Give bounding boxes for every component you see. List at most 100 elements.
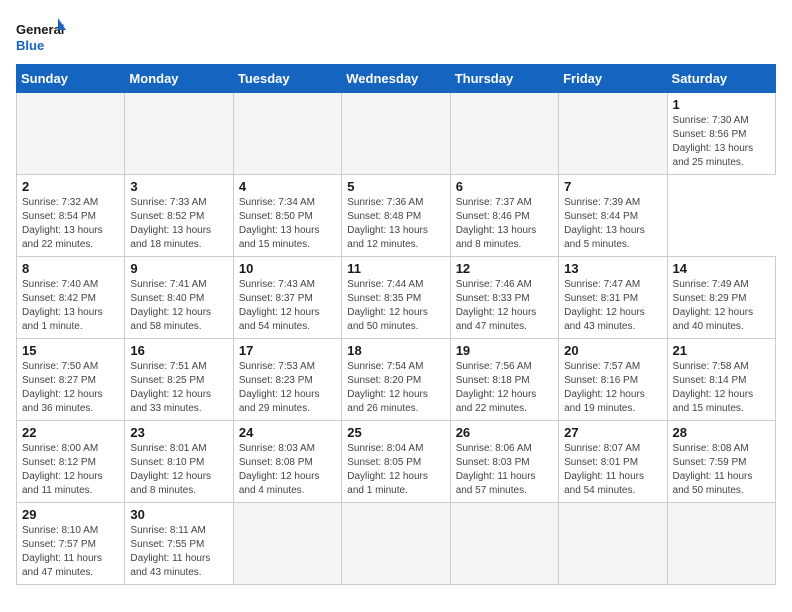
day-info: Sunrise: 7:44 AMSunset: 8:35 PMDaylight:…: [347, 278, 444, 334]
calendar-cell: 7 Sunrise: 7:39 AMSunset: 8:44 PMDaylight…: [559, 175, 667, 257]
day-number: 9: [130, 261, 227, 276]
calendar-cell: 5 Sunrise: 7:36 AMSunset: 8:48 PMDaylight…: [342, 175, 450, 257]
day-info: Sunrise: 8:04 AMSunset: 8:05 PMDaylight:…: [347, 442, 444, 498]
calendar-cell: 27 Sunrise: 8:07 AMSunset: 8:01 PMDayligh…: [559, 421, 667, 503]
day-number: 18: [347, 343, 444, 358]
day-info: Sunrise: 7:39 AMSunset: 8:44 PMDaylight:…: [564, 196, 661, 252]
day-number: 5: [347, 179, 444, 194]
day-number: 24: [239, 425, 336, 440]
day-info: Sunrise: 7:37 AMSunset: 8:46 PMDaylight:…: [456, 196, 553, 252]
calendar-cell: 19 Sunrise: 7:56 AMSunset: 8:18 PMDayligh…: [450, 339, 558, 421]
calendar-cell: 2 Sunrise: 7:32 AMSunset: 8:54 PMDaylight…: [17, 175, 125, 257]
calendar-cell: 15 Sunrise: 7:50 AMSunset: 8:27 PMDayligh…: [17, 339, 125, 421]
svg-text:Blue: Blue: [16, 38, 44, 53]
day-info: Sunrise: 7:41 AMSunset: 8:40 PMDaylight:…: [130, 278, 227, 334]
calendar-cell: 11Sunrise: 7:44 AMSunset: 8:35 PMDayligh…: [342, 257, 450, 339]
day-info: Sunrise: 7:58 AMSunset: 8:14 PMDaylight:…: [673, 360, 770, 416]
day-info: Sunrise: 7:53 AMSunset: 8:23 PMDaylight:…: [239, 360, 336, 416]
calendar-week-row: 29 Sunrise: 8:10 AMSunset: 7:57 PMDayligh…: [17, 503, 776, 585]
day-number: 14: [673, 261, 770, 276]
day-number: 28: [673, 425, 770, 440]
calendar-cell: 20Sunrise: 7:57 AMSunset: 8:16 PMDayligh…: [559, 339, 667, 421]
calendar-cell: [559, 503, 667, 585]
calendar-cell: 25 Sunrise: 8:04 AMSunset: 8:05 PMDayligh…: [342, 421, 450, 503]
logo-svg: General Blue: [16, 16, 66, 56]
calendar-cell: [342, 503, 450, 585]
day-number: 15: [22, 343, 119, 358]
day-info: Sunrise: 8:01 AMSunset: 8:10 PMDaylight:…: [130, 442, 227, 498]
day-info: Sunrise: 7:32 AMSunset: 8:54 PMDaylight:…: [22, 196, 119, 252]
day-info: Sunrise: 7:40 AMSunset: 8:42 PMDaylight:…: [22, 278, 119, 334]
day-info: Sunrise: 8:00 AMSunset: 8:12 PMDaylight:…: [22, 442, 119, 498]
calendar-cell: 24Sunrise: 8:03 AMSunset: 8:08 PMDayligh…: [233, 421, 341, 503]
calendar-cell: 14 Sunrise: 7:49 AMSunset: 8:29 PMDayligh…: [667, 257, 775, 339]
calendar-cell: 26 Sunrise: 8:06 AMSunset: 8:03 PMDayligh…: [450, 421, 558, 503]
day-number: 23: [130, 425, 227, 440]
header-friday: Friday: [559, 65, 667, 93]
day-info: Sunrise: 8:06 AMSunset: 8:03 PMDaylight:…: [456, 442, 553, 498]
calendar-week-row: 2 Sunrise: 7:32 AMSunset: 8:54 PMDaylight…: [17, 175, 776, 257]
day-info: Sunrise: 7:56 AMSunset: 8:18 PMDaylight:…: [456, 360, 553, 416]
day-number: 21: [673, 343, 770, 358]
day-number: 8: [22, 261, 119, 276]
day-info: Sunrise: 7:46 AMSunset: 8:33 PMDaylight:…: [456, 278, 553, 334]
day-info: Sunrise: 8:08 AMSunset: 7:59 PMDaylight:…: [673, 442, 770, 498]
day-info: Sunrise: 8:11 AMSunset: 7:55 PMDaylight:…: [130, 524, 227, 580]
calendar-cell: 23 Sunrise: 8:01 AMSunset: 8:10 PMDayligh…: [125, 421, 233, 503]
day-info: Sunrise: 7:49 AMSunset: 8:29 PMDaylight:…: [673, 278, 770, 334]
calendar-cell: 17 Sunrise: 7:53 AMSunset: 8:23 PMDayligh…: [233, 339, 341, 421]
calendar-cell: 30 Sunrise: 8:11 AMSunset: 7:55 PMDayligh…: [125, 503, 233, 585]
day-number: 25: [347, 425, 444, 440]
page-header: General Blue: [16, 16, 776, 56]
empty-cell: [125, 93, 233, 175]
calendar-cell: 13Sunrise: 7:47 AMSunset: 8:31 PMDayligh…: [559, 257, 667, 339]
day-number: 10: [239, 261, 336, 276]
calendar-cell: [233, 503, 341, 585]
header-sunday: Sunday: [17, 65, 125, 93]
day-number: 17: [239, 343, 336, 358]
calendar-cell: 9 Sunrise: 7:41 AMSunset: 8:40 PMDaylight…: [125, 257, 233, 339]
calendar-cell: 22 Sunrise: 8:00 AMSunset: 8:12 PMDayligh…: [17, 421, 125, 503]
logo: General Blue: [16, 16, 66, 56]
day-number: 7: [564, 179, 661, 194]
calendar-header-row: SundayMondayTuesdayWednesdayThursdayFrid…: [17, 65, 776, 93]
day-number: 30: [130, 507, 227, 522]
calendar-cell: [667, 503, 775, 585]
calendar-week-row: 8 Sunrise: 7:40 AMSunset: 8:42 PMDaylight…: [17, 257, 776, 339]
day-number: 13: [564, 261, 661, 276]
day-info: Sunrise: 7:50 AMSunset: 8:27 PMDaylight:…: [22, 360, 119, 416]
day-number: 19: [456, 343, 553, 358]
day-number: 22: [22, 425, 119, 440]
day-number: 3: [130, 179, 227, 194]
empty-cell: [17, 93, 125, 175]
svg-text:General: General: [16, 22, 64, 37]
header-wednesday: Wednesday: [342, 65, 450, 93]
day-number: 12: [456, 261, 553, 276]
empty-cell: [233, 93, 341, 175]
day-number: 29: [22, 507, 119, 522]
empty-cell: [342, 93, 450, 175]
calendar-cell: 18Sunrise: 7:54 AMSunset: 8:20 PMDayligh…: [342, 339, 450, 421]
header-tuesday: Tuesday: [233, 65, 341, 93]
day-info: Sunrise: 8:10 AMSunset: 7:57 PMDaylight:…: [22, 524, 119, 580]
calendar-cell: 10Sunrise: 7:43 AMSunset: 8:37 PMDayligh…: [233, 257, 341, 339]
calendar-cell: 1Sunrise: 7:30 AMSunset: 8:56 PMDaylight…: [667, 93, 775, 175]
day-number: 6: [456, 179, 553, 194]
day-info: Sunrise: 7:57 AMSunset: 8:16 PMDaylight:…: [564, 360, 661, 416]
calendar-cell: 12 Sunrise: 7:46 AMSunset: 8:33 PMDayligh…: [450, 257, 558, 339]
day-number: 27: [564, 425, 661, 440]
calendar-week-row: 1Sunrise: 7:30 AMSunset: 8:56 PMDaylight…: [17, 93, 776, 175]
day-number: 2: [22, 179, 119, 194]
day-info: Sunrise: 7:33 AMSunset: 8:52 PMDaylight:…: [130, 196, 227, 252]
header-saturday: Saturday: [667, 65, 775, 93]
empty-cell: [559, 93, 667, 175]
day-info: Sunrise: 8:07 AMSunset: 8:01 PMDaylight:…: [564, 442, 661, 498]
day-info: Sunrise: 7:34 AMSunset: 8:50 PMDaylight:…: [239, 196, 336, 252]
day-info: Sunrise: 7:51 AMSunset: 8:25 PMDaylight:…: [130, 360, 227, 416]
day-number: 16: [130, 343, 227, 358]
day-info: Sunrise: 7:36 AMSunset: 8:48 PMDaylight:…: [347, 196, 444, 252]
calendar-cell: 29 Sunrise: 8:10 AMSunset: 7:57 PMDayligh…: [17, 503, 125, 585]
day-number: 26: [456, 425, 553, 440]
header-monday: Monday: [125, 65, 233, 93]
calendar-week-row: 22 Sunrise: 8:00 AMSunset: 8:12 PMDayligh…: [17, 421, 776, 503]
